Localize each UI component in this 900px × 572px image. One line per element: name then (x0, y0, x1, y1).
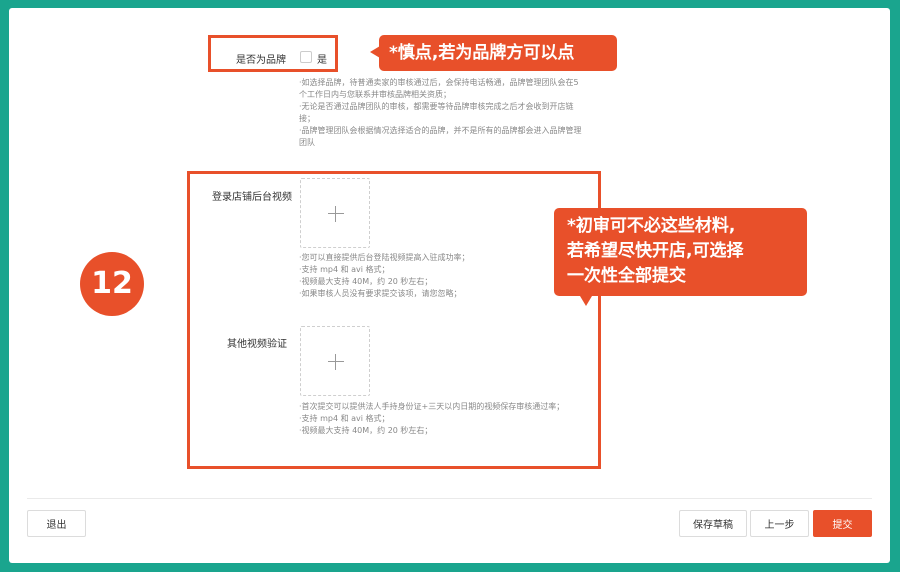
other-video-upload[interactable] (300, 326, 370, 396)
plus-icon (301, 327, 369, 395)
store-video-upload[interactable] (300, 178, 370, 248)
store-video-label: 登录店铺后台视频 (212, 192, 292, 203)
submit-button[interactable]: 提交 (813, 510, 872, 537)
materials-callout-line: 若希望尽快开店,可选择 (567, 241, 744, 261)
other-video-note-line: ·视频最大支持 40M，约 20 秒左右； (299, 426, 433, 435)
form-panel: 是否为品牌 是 *慎点,若为品牌方可以点 ·如选择品牌，待普通卖家的审核通过后，… (9, 8, 890, 563)
materials-callout: *初审可不必这些材料, 若希望尽快开店,可选择 一次性全部提交 (554, 208, 807, 306)
save-draft-button[interactable]: 保存草稿 (679, 510, 747, 537)
materials-callout-line: *初审可不必这些材料, (567, 216, 736, 236)
brand-note-line: ·品牌管理团队会根据情况选择适合的品牌，并不是所有的品牌都会进入品牌管理 (299, 126, 582, 135)
brand-note-line: 接； (299, 114, 315, 123)
brand-note-line: ·如选择品牌，待普通卖家的审核通过后，会保持电话畅通，品牌管理团队会在5 (299, 78, 579, 87)
brand-checkbox[interactable] (300, 51, 312, 63)
store-video-note-line: ·支持 mp4 和 avi 格式； (299, 265, 390, 274)
store-video-note-line: ·如果审核人员没有要求提交该项，请您忽略； (299, 289, 462, 298)
brand-note-line: ·无论是否通过品牌团队的审核，都需要等待品牌审核完成之后才会收到开店链 (299, 102, 574, 111)
brand-field-label: 是否为品牌 (236, 55, 286, 66)
other-video-notes: ·首次提交可以提供法人手持身份证+三天以内日期的视频保存审核通过率； ·支持 m… (299, 401, 599, 437)
materials-callout-line: 一次性全部提交 (567, 266, 686, 286)
store-video-notes: ·您可以直接提供后台登陆视频提高入驻成功率； ·支持 mp4 和 avi 格式；… (299, 252, 569, 300)
other-video-note-line: ·首次提交可以提供法人手持身份证+三天以内日期的视频保存审核通过率； (299, 402, 565, 411)
other-video-note-line: ·支持 mp4 和 avi 格式； (299, 414, 390, 423)
exit-button[interactable]: 退出 (27, 510, 86, 537)
brand-note-line: 团队 (299, 138, 315, 147)
other-video-label: 其他视频验证 (227, 339, 287, 350)
plus-icon (301, 179, 369, 247)
brand-note-line: 个工作日内与您联系并审核品牌相关资质； (299, 90, 451, 99)
brand-callout: *慎点,若为品牌方可以点 (370, 35, 617, 71)
step-number-badge: 12 (80, 252, 144, 316)
store-video-note-line: ·视频最大支持 40M，约 20 秒左右； (299, 277, 433, 286)
previous-step-button[interactable]: 上一步 (750, 510, 809, 537)
store-video-note-line: ·您可以直接提供后台登陆视频提高入驻成功率； (299, 253, 470, 262)
brand-checkbox-label[interactable]: 是 (317, 51, 327, 66)
brand-notes: ·如选择品牌，待普通卖家的审核通过后，会保持电话畅通，品牌管理团队会在5 个工作… (299, 77, 619, 149)
footer-divider (27, 498, 872, 499)
